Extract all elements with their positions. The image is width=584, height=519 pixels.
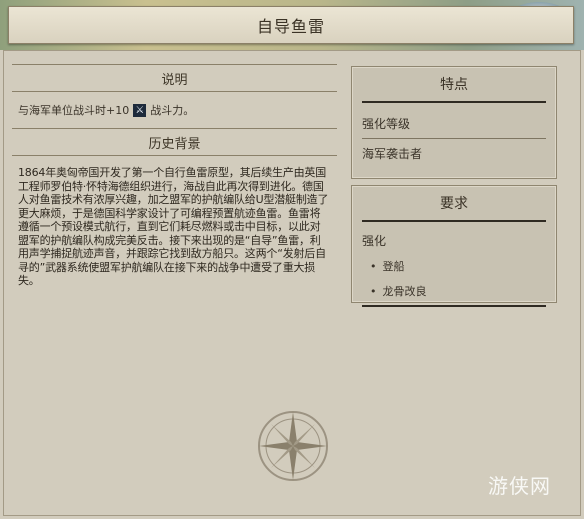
bonus-line: 与海军单位战斗时+10 ⚔ 战斗力。 [12,92,337,129]
requirement-item[interactable]: 登船 [362,258,546,274]
header-banner: 自导鱼雷 [0,0,584,50]
features-body: 强化等级 海军袭击者 [352,103,556,168]
history-text: 1864年奥匈帝国开发了第一个自行鱼雷原型，其后续生产由英国工程师罗伯特·怀特海… [18,166,329,287]
strength-sword-icon: ⚔ [133,103,147,117]
requirements-card: 要求 强化 登船 龙骨改良 [351,185,557,307]
features-heading-label: 特点 [440,77,468,93]
requirement-item[interactable]: 龙骨改良 [362,283,546,299]
left-column: 说明 与海军单位战斗时+10 ⚔ 战斗力。 历史背景 1864年奥匈帝国开发了第… [12,64,337,288]
history-heading-label: 历史背景 [148,136,201,152]
feature-value[interactable]: 海军袭击者 [362,145,546,162]
requirements-bottom-rule [362,305,546,307]
requirements-label: 强化 [362,234,387,248]
bonus-suffix: 战斗力。 [150,104,195,117]
feature-label: 强化等级 [362,117,411,131]
page-title: 自导鱼雷 [256,17,325,36]
feature-divider [362,138,546,139]
features-heading: 特点 [362,67,546,103]
history-heading: 历史背景 [12,129,337,156]
requirements-body: 强化 登船 龙骨改良 [352,222,556,305]
description-heading: 说明 [12,64,337,92]
requirements-heading-label: 要求 [440,196,468,212]
features-card: 特点 强化等级 海军袭击者 [351,66,557,179]
compass-rose-icon [258,411,328,481]
description-heading-label: 说明 [161,72,188,88]
requirements-heading: 要求 [362,186,546,222]
watermark: 游侠网 [488,474,551,498]
bonus-prefix: 与海军单位战斗时+10 [18,104,130,117]
title-plate: 自导鱼雷 [8,6,574,44]
